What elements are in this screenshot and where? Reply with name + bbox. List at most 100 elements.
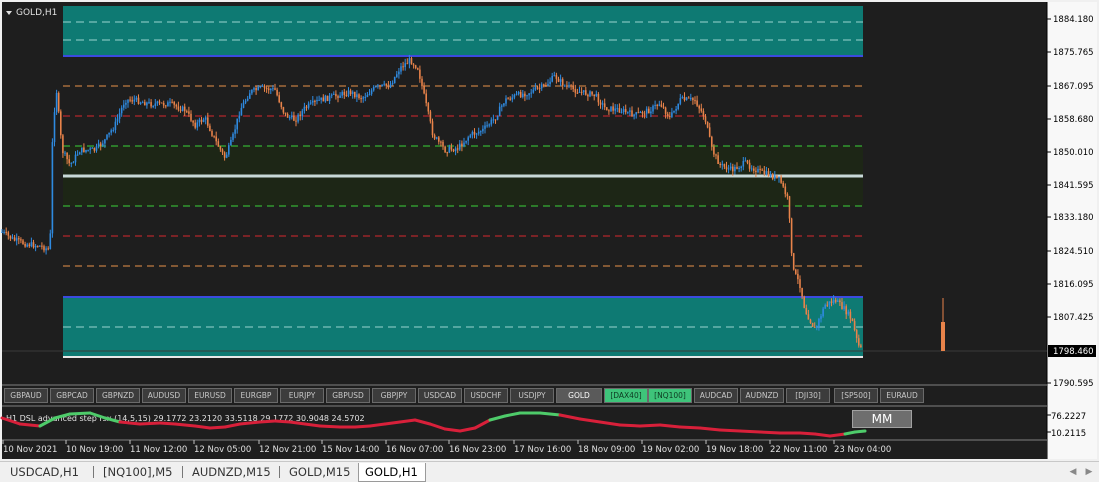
tab-goldh1[interactable]: GOLD,H1 bbox=[358, 463, 426, 482]
candle-body bbox=[265, 87, 268, 89]
candle-body bbox=[97, 143, 100, 147]
mm-button[interactable]: MM bbox=[852, 410, 912, 428]
candle-body bbox=[786, 194, 789, 197]
candle-body bbox=[461, 143, 463, 147]
candle-body bbox=[286, 114, 289, 118]
candle-body bbox=[87, 149, 89, 151]
symbol-button-audcad[interactable]: AUDCAD bbox=[694, 388, 738, 403]
symbol-button-gbpjpy[interactable]: GBPJPY bbox=[372, 388, 416, 403]
candle-body bbox=[450, 146, 453, 150]
rsx-segment bbox=[638, 423, 662, 428]
symbol-button-gold[interactable]: GOLD bbox=[556, 388, 602, 403]
candle-body bbox=[171, 101, 173, 103]
candle-body bbox=[671, 112, 673, 117]
candle-body bbox=[272, 88, 274, 90]
candle-body bbox=[522, 93, 524, 98]
candle-body bbox=[131, 100, 133, 102]
scroll-left-icon[interactable]: ◀ bbox=[1066, 465, 1080, 479]
symbol-button-gbpaud[interactable]: GBPAUD bbox=[4, 388, 48, 403]
candle-body bbox=[261, 85, 264, 87]
symbol-button-euraud[interactable]: EURAUD bbox=[880, 388, 924, 403]
symbol-button-dax40[interactable]: [DAX40] bbox=[604, 388, 648, 403]
candle-body bbox=[488, 124, 490, 126]
candle-body bbox=[396, 74, 398, 77]
scroll-right-icon[interactable]: ▶ bbox=[1082, 465, 1096, 479]
candle-body bbox=[654, 105, 656, 106]
candle-body bbox=[574, 89, 577, 93]
candle-body bbox=[387, 85, 390, 88]
candle-body bbox=[425, 93, 427, 104]
tab-nq100m5[interactable]: [NQ100],M5 bbox=[97, 463, 181, 482]
candle-body bbox=[566, 85, 568, 87]
candle-body bbox=[118, 113, 121, 119]
candle-body bbox=[503, 103, 505, 106]
candle-body bbox=[509, 98, 511, 100]
rsx-segment bbox=[273, 419, 292, 424]
candle-body bbox=[858, 338, 860, 346]
symbol-button-audusd[interactable]: AUDUSD bbox=[142, 388, 186, 403]
candle-body bbox=[711, 136, 713, 147]
symbol-button-dji30[interactable]: [DJI30] bbox=[786, 388, 830, 403]
candle-body bbox=[759, 168, 761, 170]
candle-body bbox=[725, 166, 728, 170]
candle-body bbox=[822, 308, 824, 317]
symbol-button-usdchf[interactable]: USDCHF bbox=[464, 388, 508, 403]
symbol-button-usdjpy[interactable]: USDJPY bbox=[510, 388, 554, 403]
candle-body bbox=[125, 102, 127, 105]
time-label: 15 Nov 14:00 bbox=[322, 445, 379, 455]
candle-body bbox=[805, 307, 808, 315]
symbol-button-eurgbp[interactable]: EURGBP bbox=[234, 388, 278, 403]
symbol-button-gbpcad[interactable]: GBPCAD bbox=[50, 388, 94, 403]
candle-body bbox=[251, 89, 253, 94]
symbol-button-eurjpy[interactable]: EURJPY bbox=[280, 388, 324, 403]
candle-body bbox=[148, 102, 150, 104]
candle-body bbox=[427, 103, 430, 112]
time-label: 16 Nov 23:00 bbox=[449, 445, 506, 455]
candle-body bbox=[165, 105, 167, 107]
symbol-button-gbpusd[interactable]: GBPUSD bbox=[326, 388, 370, 403]
candle-body bbox=[433, 135, 436, 139]
candle-body bbox=[797, 273, 799, 280]
candle-body bbox=[318, 99, 320, 101]
candle-body bbox=[851, 318, 854, 321]
symbol-button-eurusd[interactable]: EURUSD bbox=[188, 388, 232, 403]
rsx-segment bbox=[658, 423, 682, 429]
rsx-segment bbox=[398, 418, 417, 424]
candle-body bbox=[41, 245, 43, 247]
tab-goldm15[interactable]: GOLD,M15 bbox=[283, 463, 353, 482]
candle-body bbox=[652, 105, 654, 112]
candle-body bbox=[219, 146, 222, 150]
candle-body bbox=[120, 107, 123, 114]
candle-body bbox=[603, 103, 606, 108]
candle-body bbox=[106, 134, 108, 140]
candle-body bbox=[469, 135, 472, 138]
candle-body bbox=[467, 137, 469, 141]
candle-body bbox=[368, 94, 371, 95]
candle-body bbox=[221, 149, 224, 153]
candle-body bbox=[681, 97, 684, 99]
symbol-button-usdcad[interactable]: USDCAD bbox=[418, 388, 462, 403]
chart-tab-bar: USDCAD,H1 [NQ100],M5 AUDNZD,M15 GOLD,M15 GOL… bbox=[0, 461, 1099, 482]
candle-body bbox=[456, 148, 459, 150]
candle-body bbox=[7, 232, 10, 236]
candle-body bbox=[114, 121, 117, 130]
candle-body bbox=[102, 143, 104, 146]
candle-body bbox=[60, 111, 62, 136]
time-label: 12 Nov 21:00 bbox=[259, 445, 316, 455]
candle-body bbox=[32, 242, 35, 248]
symbol-button-gbpnzd[interactable]: GBPNZD bbox=[96, 388, 140, 403]
candle-body bbox=[284, 112, 287, 114]
symbol-button-audnzd[interactable]: AUDNZD bbox=[740, 388, 784, 403]
candle-body bbox=[242, 102, 245, 108]
candle-body bbox=[633, 114, 635, 117]
tab-usdcadh1[interactable]: USDCAD,H1 bbox=[4, 463, 88, 482]
candle-body bbox=[799, 279, 801, 288]
rsx-segment bbox=[828, 432, 847, 438]
candle-body bbox=[389, 84, 392, 88]
symbol-button-sp500[interactable]: [SP500] bbox=[834, 388, 878, 403]
candle-body bbox=[81, 147, 83, 153]
tab-audnzdm15[interactable]: AUDNZD,M15 bbox=[186, 463, 278, 482]
candle-body bbox=[740, 166, 742, 168]
supply-zone bbox=[63, 6, 863, 56]
symbol-button-nq100[interactable]: [NQ100] bbox=[648, 388, 692, 403]
